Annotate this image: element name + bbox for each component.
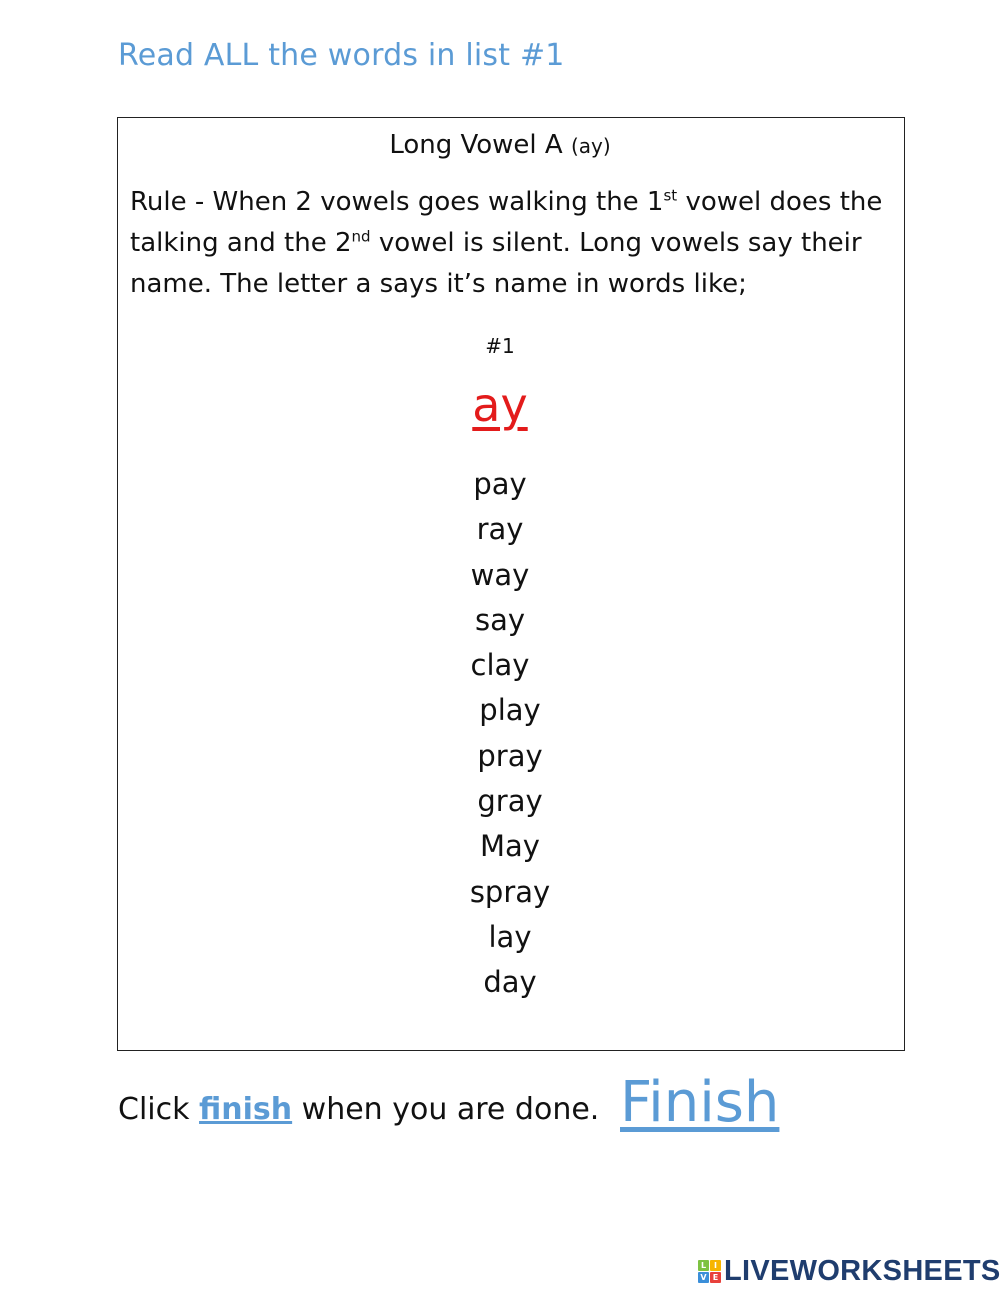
worksheet-title: Long Vowel A (ay) [0,130,1000,160]
instruction-text: Read ALL the words in list #1 [118,38,565,73]
logo-letter: I [710,1260,721,1271]
finish-link[interactable]: finish [199,1092,292,1127]
rule-superscript: nd [351,227,371,246]
list-item: play [479,693,541,728]
list-item: pay [473,467,527,501]
footer-prefix: Click [118,1092,200,1127]
list-item: gray [477,784,543,819]
liveworksheets-logo-icon: L I V E [698,1260,721,1283]
list-item: way [470,557,530,592]
logo-letter: V [698,1272,709,1283]
brand-name: LIVEWORKSHEETS [724,1255,1000,1287]
finish-button[interactable]: Finish [620,1070,779,1135]
list-item: clay [470,648,530,683]
title-suffix: (ay) [570,134,611,158]
logo-letter: L [698,1260,709,1271]
rule-superscript: st [663,186,678,205]
rule-part: Rule - When 2 vowels goes walking the 1 [130,187,664,217]
list-item: ray [476,512,524,547]
list-item: May [480,829,540,864]
word-list: pay ray way say clay play pray gray May … [0,462,1000,1006]
list-item: lay [488,919,532,954]
liveworksheets-brand: L I V E LIVEWORKSHEETS [698,1255,1000,1288]
footer-instruction: Click finish when you are done. [118,1092,599,1127]
title-main: Long Vowel A [389,130,563,160]
list-item: say [474,602,526,637]
list-item: spray [469,874,551,909]
footer-suffix: when you are done. [292,1092,600,1127]
rule-text: Rule - When 2 vowels goes walking the 1s… [130,182,890,305]
vowel-pattern-text: ay [472,378,528,432]
list-number: #1 [485,334,515,358]
vowel-pattern: ay [0,378,1000,432]
list-item: day [483,965,537,1000]
list-item: pray [477,738,543,773]
logo-letter: E [710,1272,721,1283]
